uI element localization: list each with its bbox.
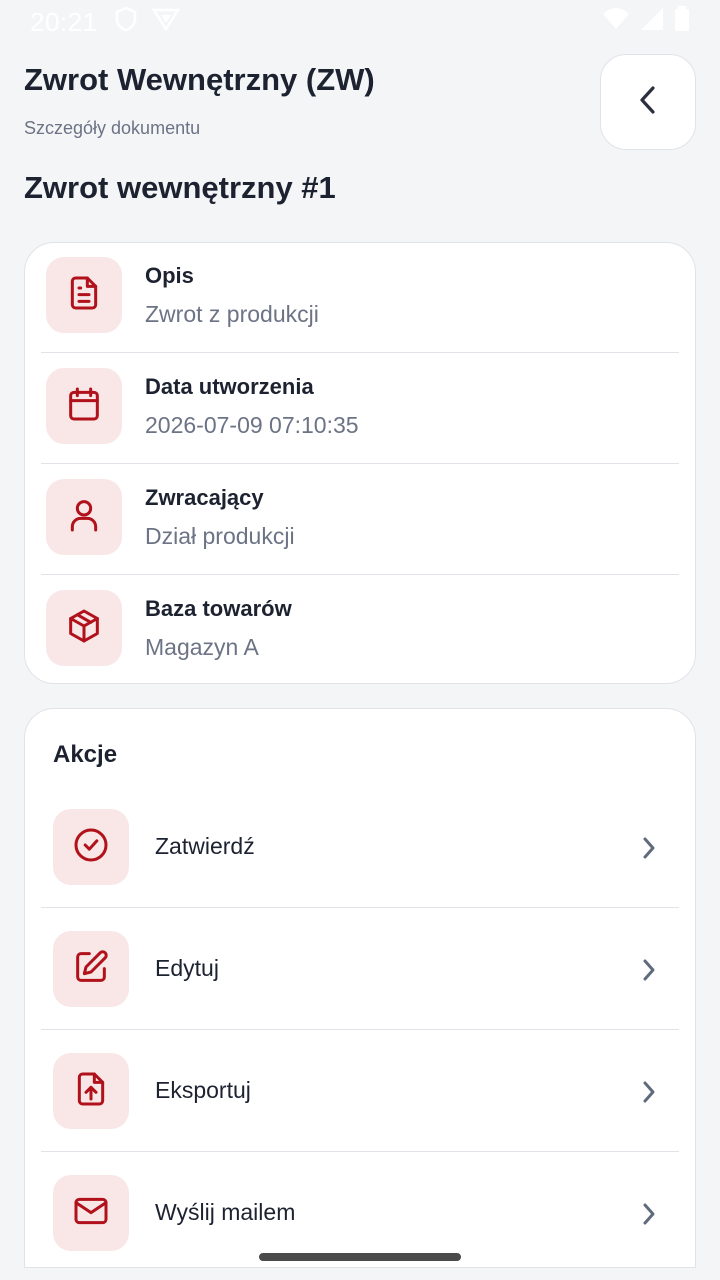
- user-icon: [64, 495, 104, 540]
- detail-label: Zwracający: [145, 485, 264, 510]
- action-approve[interactable]: Zatwierdź: [41, 787, 679, 908]
- detail-label: Data utworzenia: [145, 374, 314, 399]
- document-icon: [64, 273, 104, 318]
- back-button[interactable]: [600, 54, 696, 150]
- shield-icon: [114, 6, 138, 39]
- icon-container: [46, 257, 122, 333]
- chevron-right-icon: [637, 955, 661, 985]
- detail-label: Baza towarów: [145, 596, 292, 621]
- detail-value: Dział produkcji: [145, 523, 295, 549]
- actions-card: Akcje Zatwierdź Edytuj Eksportuj Wyślij …: [24, 708, 696, 1268]
- action-edit[interactable]: Edytuj: [41, 909, 679, 1030]
- action-send-email[interactable]: Wyślij mailem: [41, 1153, 679, 1267]
- status-time: 20:21: [30, 6, 98, 37]
- chevron-left-icon: [636, 84, 660, 121]
- action-export[interactable]: Eksportuj: [41, 1031, 679, 1152]
- status-bar: 20:21: [0, 0, 720, 44]
- divider: [41, 1151, 679, 1152]
- detail-value: Magazyn A: [145, 634, 259, 660]
- battery-icon: [674, 5, 690, 39]
- icon-container: [53, 931, 129, 1007]
- vpn-icon: [151, 7, 180, 38]
- action-label: Wyślij mailem: [155, 1199, 296, 1225]
- action-label: Eksportuj: [155, 1077, 251, 1103]
- divider: [41, 463, 679, 464]
- detail-label: Opis: [145, 263, 194, 288]
- wifi-icon: [602, 7, 630, 38]
- actions-title: Akcje: [53, 741, 118, 768]
- chevron-right-icon: [637, 833, 661, 863]
- detail-value: 2026-07-09 07:10:35: [145, 412, 359, 438]
- calendar-icon: [64, 384, 104, 429]
- icon-container: [53, 809, 129, 885]
- home-indicator[interactable]: [259, 1253, 461, 1261]
- details-card: Opis Zwrot z produkcji Data utworzenia 2…: [24, 242, 696, 684]
- file-upload-icon: [71, 1069, 111, 1114]
- page-header: Zwrot Wewnętrzny (ZW) Szczegóły dokument…: [24, 62, 584, 139]
- edit-icon: [71, 947, 111, 992]
- document-title: Zwrot wewnętrzny #1: [24, 170, 336, 205]
- action-label: Zatwierdź: [155, 833, 255, 859]
- detail-row-created-date: Data utworzenia 2026-07-09 07:10:35: [41, 354, 679, 465]
- package-icon: [64, 606, 104, 651]
- divider: [41, 1029, 679, 1030]
- page-title: Zwrot Wewnętrzny (ZW): [24, 62, 375, 97]
- divider: [41, 574, 679, 575]
- detail-row-goods-base: Baza towarów Magazyn A: [41, 576, 679, 687]
- icon-container: [53, 1053, 129, 1129]
- signal-icon: [640, 7, 664, 38]
- detail-value: Zwrot z produkcji: [145, 301, 319, 327]
- page-subtitle: Szczegóły dokumentu: [24, 118, 201, 138]
- icon-container: [46, 479, 122, 555]
- icon-container: [53, 1175, 129, 1251]
- divider: [41, 907, 679, 908]
- detail-row-returner: Zwracający Dział produkcji: [41, 465, 679, 576]
- chevron-right-icon: [637, 1077, 661, 1107]
- mail-icon: [71, 1191, 111, 1236]
- icon-container: [46, 368, 122, 444]
- chevron-right-icon: [637, 1199, 661, 1229]
- divider: [41, 352, 679, 353]
- detail-row-description: Opis Zwrot z produkcji: [41, 243, 679, 354]
- icon-container: [46, 590, 122, 666]
- action-label: Edytuj: [155, 955, 219, 981]
- check-circle-icon: [71, 825, 111, 870]
